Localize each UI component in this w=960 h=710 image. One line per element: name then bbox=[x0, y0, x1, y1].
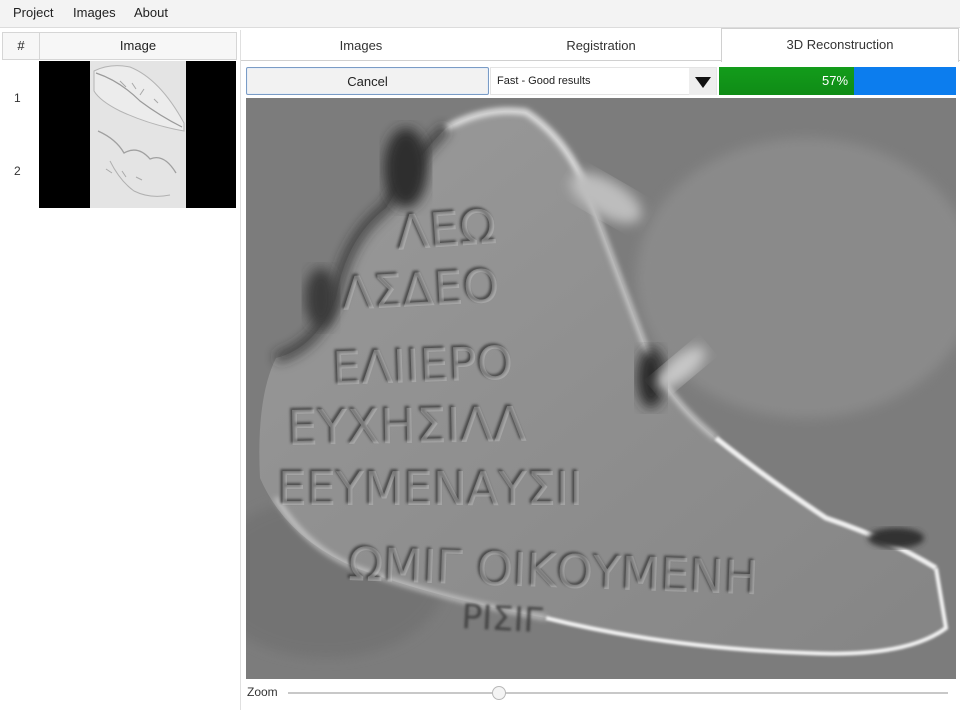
zoom-slider-track[interactable] bbox=[288, 692, 948, 694]
menu-project[interactable]: Project bbox=[13, 0, 53, 27]
svg-text:ΛΣΔΕΟ: ΛΣΔΕΟ bbox=[341, 259, 501, 321]
svg-text:ΕΛΙΙΕΡΟ: ΕΛΙΙΕΡΟ bbox=[332, 336, 514, 396]
column-header-image[interactable]: Image bbox=[40, 33, 236, 59]
tab-images[interactable]: Images bbox=[241, 32, 481, 61]
menu-about[interactable]: About bbox=[134, 0, 168, 27]
image-thumbnail[interactable] bbox=[39, 61, 236, 208]
column-header-number[interactable]: # bbox=[3, 33, 40, 59]
svg-text:ΛΕΩ: ΛΕΩ bbox=[395, 199, 499, 262]
quality-select-value: Fast - Good results bbox=[497, 75, 591, 87]
cancel-button[interactable]: Cancel bbox=[246, 67, 489, 95]
reconstruction-progress-bar: 57% bbox=[719, 67, 956, 95]
image-table-header: # Image bbox=[2, 32, 237, 60]
tab-registration[interactable]: Registration bbox=[481, 32, 721, 61]
reconstruction-viewport[interactable]: ΛΕΩ ΛΣΔΕΟ ΕΛΙΙΕΡΟ ΕΥΧΗΣΙΛΛ ΕΕΥΜΕΝΑΥΣΙΙ Ω… bbox=[246, 98, 956, 679]
svg-text:ΕΕΥΜΕΝΑΥΣΙΙ: ΕΕΥΜΕΝΑΥΣΙΙ bbox=[278, 462, 583, 516]
stone-relief-render: ΛΕΩ ΛΣΔΕΟ ΕΛΙΙΕΡΟ ΕΥΧΗΣΙΛΛ ΕΕΥΜΕΝΑΥΣΙΙ Ω… bbox=[246, 98, 956, 679]
tab-3d-reconstruction[interactable]: 3D Reconstruction bbox=[721, 28, 959, 62]
menu-images[interactable]: Images bbox=[73, 0, 116, 27]
svg-text:ΕΥΧΗΣΙΛΛ: ΕΥΧΗΣΙΛΛ bbox=[287, 397, 527, 457]
quality-select[interactable]: Fast - Good results bbox=[490, 67, 717, 95]
menu-bar: Project Images About bbox=[0, 0, 960, 28]
thumbnail-relief-image bbox=[90, 61, 186, 208]
tab-bar: Images Registration 3D Reconstruction bbox=[241, 28, 960, 62]
row-number-1: 1 bbox=[14, 91, 21, 105]
app-window: Project Images About # Image 1 2 Images … bbox=[0, 0, 960, 710]
triangle-down-icon[interactable] bbox=[689, 68, 716, 95]
svg-text:ΡΙΣΙΓ: ΡΙΣΙΓ bbox=[461, 597, 544, 641]
image-list-panel: # Image 1 2 bbox=[0, 32, 237, 710]
row-number-2: 2 bbox=[14, 164, 21, 178]
progress-percent-label: 57% bbox=[822, 73, 849, 88]
panel-splitter[interactable] bbox=[240, 30, 241, 710]
zoom-slider-handle[interactable] bbox=[492, 686, 507, 700]
zoom-label: Zoom bbox=[247, 685, 278, 699]
